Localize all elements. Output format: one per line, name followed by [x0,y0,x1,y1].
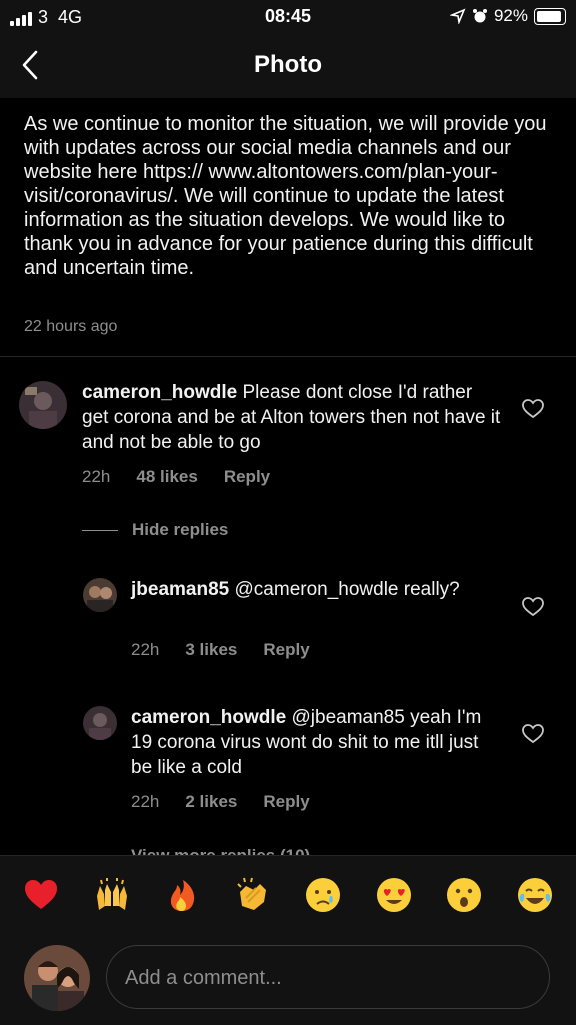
like-heart-icon[interactable] [522,399,544,419]
battery-percent: 92% [493,6,528,25]
reply-text: jbeaman85 @cameron_howdle really? [131,577,501,602]
post-caption: As we continue to monitor the situation,… [24,113,547,279]
location-icon [449,8,466,24]
fire-emoji-icon[interactable] [163,876,201,914]
hide-replies-toggle[interactable]: Hide replies [82,520,228,540]
reply-button[interactable]: Reply [263,792,309,812]
comment-input[interactable]: Add a comment... [106,945,550,1009]
status-right: 92% [449,6,566,26]
page-title: Photo [254,51,322,78]
surprised-face-emoji-icon[interactable] [445,876,483,914]
joy-face-emoji-icon[interactable] [516,876,554,914]
status-bar: 3 4G 08:45 92% [0,0,576,34]
reply-time: 22h [131,640,160,659]
reply-button[interactable]: Reply [263,640,309,660]
hide-replies-line [82,529,118,531]
reply-likes[interactable]: 2 likes [185,792,237,812]
reply-body: @cameron_howdle really? [234,579,460,600]
divider [0,356,576,357]
avatar[interactable] [83,706,117,740]
like-heart-icon[interactable] [522,597,544,617]
comment-meta: 22h 48 likes Reply [82,467,270,487]
battery-icon [534,7,566,25]
reply-username[interactable]: cameron_howdle [131,707,286,728]
comment-composer: Add a comment... [0,855,576,1025]
reply-time: 22h [131,792,160,811]
reply-button[interactable]: Reply [224,467,270,487]
caption-timestamp: 22 hours ago [24,318,118,335]
comment-input-placeholder: Add a comment... [125,967,282,989]
hide-replies-label: Hide replies [132,520,229,539]
reply-meta: 22h 2 likes Reply [131,792,310,812]
comment-username[interactable]: cameron_howdle [82,382,237,403]
reply-username[interactable]: jbeaman85 [131,579,229,600]
reply-meta: 22h 3 likes Reply [131,640,310,660]
comment-time: 22h [82,467,111,486]
user-avatar[interactable] [24,945,90,1011]
heart-emoji-icon[interactable] [22,876,60,914]
raised-hands-emoji-icon[interactable] [93,876,131,914]
heart-eyes-emoji-icon[interactable] [375,876,413,914]
avatar[interactable] [19,381,67,429]
clapping-hands-emoji-icon[interactable] [234,876,272,914]
avatar[interactable] [83,578,117,612]
crying-face-emoji-icon[interactable] [304,876,342,914]
comment-text: cameron_howdle Please dont close I'd rat… [82,380,502,455]
emoji-quick-reactions [0,876,576,920]
alarm-icon [472,9,487,23]
reply-text: cameron_howdle @jbeaman85 yeah I'm 19 co… [131,705,501,780]
reply-likes[interactable]: 3 likes [185,640,237,660]
header: Photo [0,34,576,98]
comment-likes[interactable]: 48 likes [136,467,197,487]
like-heart-icon[interactable] [522,724,544,744]
